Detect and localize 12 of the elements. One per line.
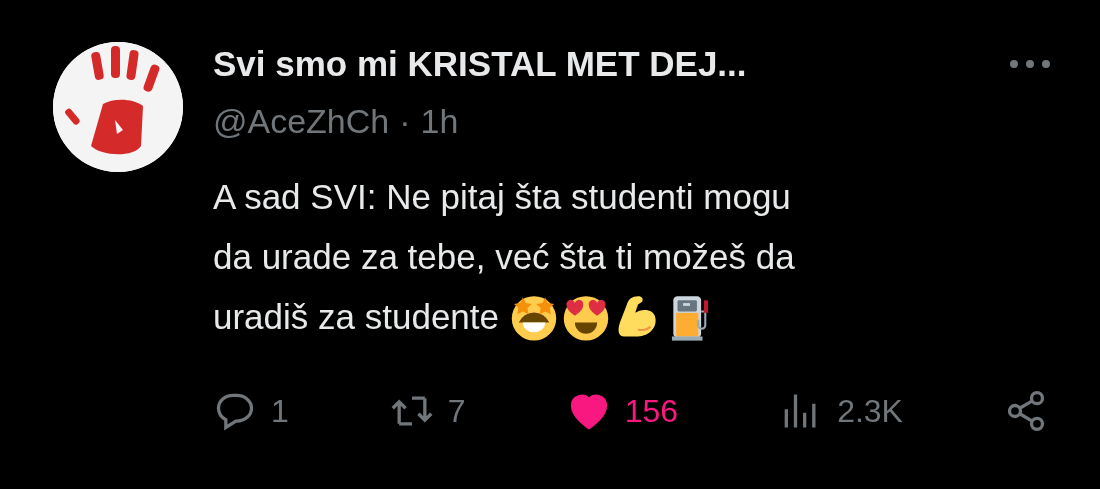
post-text: da urade za tebe, već šta ti možeš da (213, 236, 795, 278)
author-handle[interactable]: @AceZhCh (213, 102, 390, 141)
reply-button[interactable]: 1 (213, 389, 289, 433)
like-button[interactable]: 156 (566, 389, 679, 433)
views-button[interactable]: 2.3K (779, 389, 903, 433)
author-name[interactable]: Svi smo mi KRISTAL MET DEJ... (213, 44, 747, 84)
post-time[interactable]: 1h (420, 102, 459, 141)
more-options-icon[interactable] (1008, 58, 1052, 70)
repost-button[interactable]: 7 (389, 389, 466, 433)
post-text: A sad SVI: Ne pitaj šta studenti mogu (213, 176, 791, 218)
separator-dot: · (399, 102, 411, 141)
post-text: uradiš za studente (213, 296, 499, 338)
